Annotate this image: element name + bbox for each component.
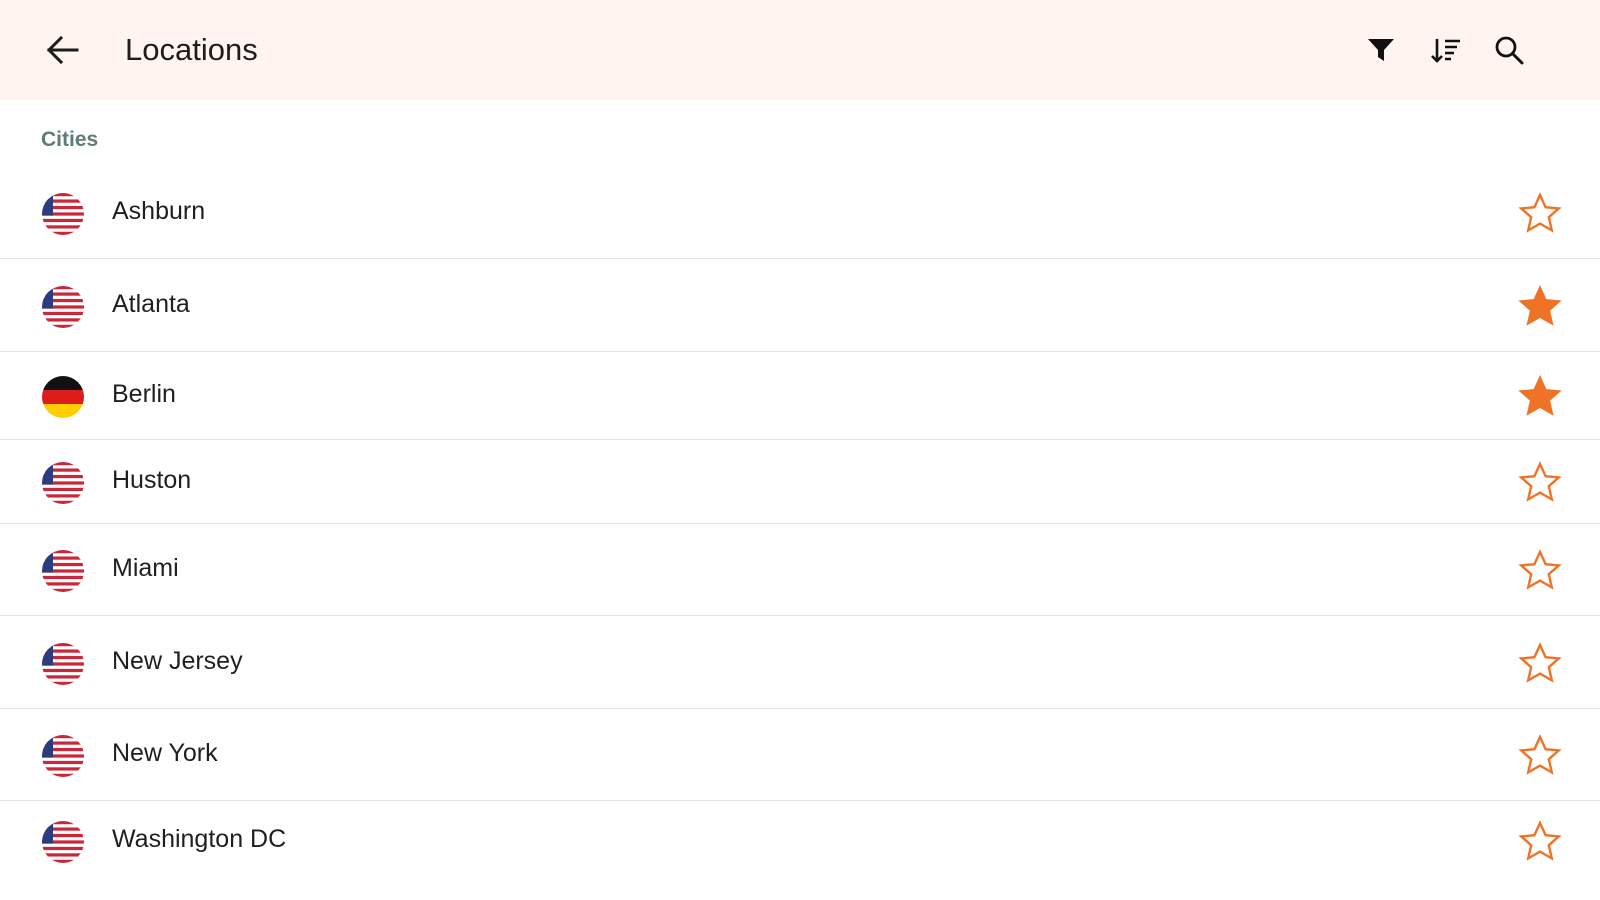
back-button[interactable] xyxy=(38,28,86,72)
favorite-star-outline-icon[interactable] xyxy=(1515,816,1565,866)
favorite-star-outline-icon[interactable] xyxy=(1515,638,1565,688)
us-flag-icon xyxy=(42,735,84,777)
page-title: Locations xyxy=(125,32,258,67)
arrow-back-icon xyxy=(46,35,79,65)
list-item[interactable]: New Jersey xyxy=(0,616,1600,709)
city-name: Miami xyxy=(112,554,179,582)
favorite-star-outline-icon[interactable] xyxy=(1515,545,1565,595)
city-name: New Jersey xyxy=(112,646,243,675)
favorite-star-filled-icon[interactable] xyxy=(1515,281,1565,331)
city-name: Berlin xyxy=(112,380,176,408)
us-flag-icon xyxy=(42,462,84,504)
list-item[interactable]: Atlanta xyxy=(0,259,1600,352)
us-flag-icon xyxy=(42,550,84,592)
filter-button[interactable] xyxy=(1357,26,1405,74)
app-bar: Locations xyxy=(0,0,1600,100)
favorite-star-outline-icon[interactable] xyxy=(1515,188,1565,238)
city-name: Atlanta xyxy=(112,289,190,318)
us-flag-icon xyxy=(42,821,84,863)
city-list: Ashburn Atlanta Berlin Huston Miami New Jerse… xyxy=(0,166,1600,881)
list-item[interactable]: Miami xyxy=(0,524,1600,616)
favorite-star-outline-icon[interactable] xyxy=(1515,457,1565,507)
section-header-cities: Cities xyxy=(41,128,99,151)
city-name: Ashburn xyxy=(112,196,206,225)
sort-button[interactable] xyxy=(1422,26,1470,74)
list-item[interactable]: Huston xyxy=(0,440,1600,524)
favorite-star-filled-icon[interactable] xyxy=(1515,371,1565,421)
list-item[interactable]: New York xyxy=(0,709,1600,801)
us-flag-icon xyxy=(42,285,84,328)
sort-icon xyxy=(1431,39,1460,63)
search-icon xyxy=(1495,36,1524,65)
list-item[interactable]: Ashburn xyxy=(0,166,1600,259)
search-button[interactable] xyxy=(1485,26,1533,74)
filter-icon xyxy=(1368,39,1394,61)
germany-flag-icon xyxy=(42,376,84,418)
favorite-star-outline-icon[interactable] xyxy=(1515,730,1565,780)
city-name: Huston xyxy=(112,466,192,494)
us-flag-icon xyxy=(42,642,84,685)
us-flag-icon xyxy=(42,192,84,235)
list-item[interactable]: Washington DC xyxy=(0,801,1600,881)
list-item[interactable]: Berlin xyxy=(0,352,1600,440)
city-name: Washington DC xyxy=(112,825,287,853)
city-name: New York xyxy=(112,739,218,767)
